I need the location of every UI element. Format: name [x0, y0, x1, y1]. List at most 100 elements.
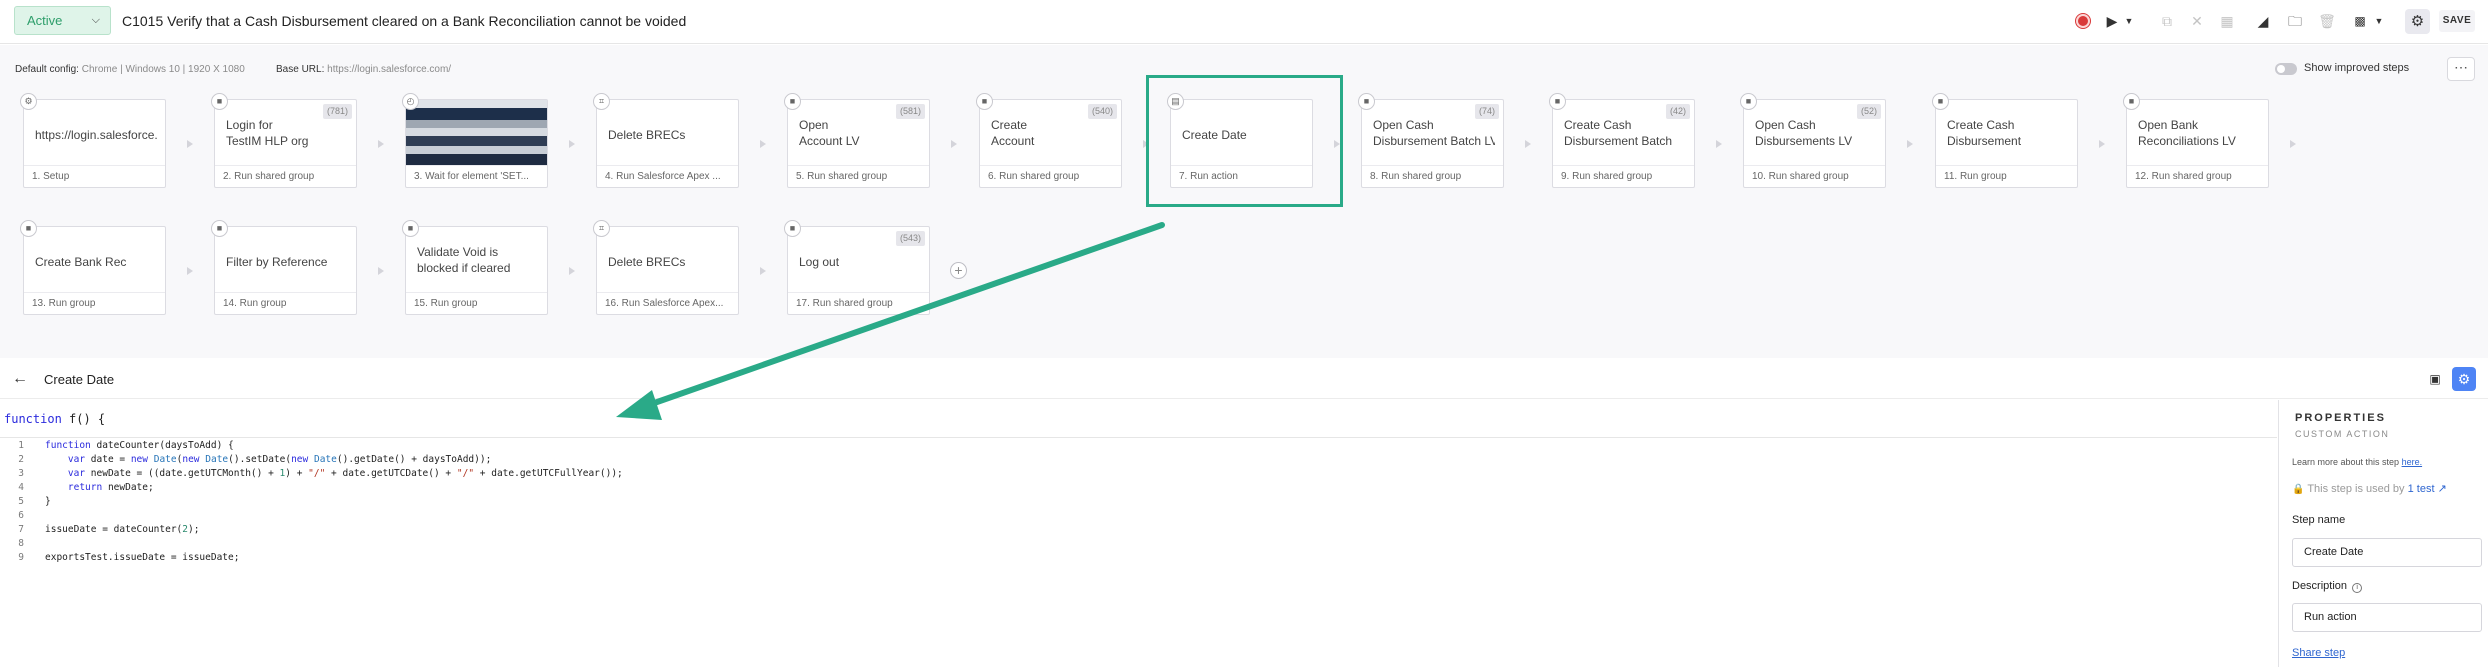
- code-text: exportsTest.issueDate = issueDate;: [45, 552, 240, 563]
- step-subtitle: 11. Run group: [1936, 165, 2077, 187]
- code-line: 4 return newDate;: [0, 481, 153, 495]
- play-options-chevron-icon[interactable]: ▼: [2123, 10, 2135, 32]
- description-label: Description: [2292, 580, 2348, 592]
- folder-icon: ■: [784, 220, 801, 237]
- paste-icon: ▦: [2220, 13, 2234, 29]
- code-text: function dateCounter(daysToAdd) {: [45, 440, 234, 451]
- share-step-link[interactable]: Share step: [2292, 647, 2345, 659]
- play-icon[interactable]: ▶: [2103, 10, 2121, 32]
- step-connector-arrow: [1716, 140, 1722, 148]
- step-card[interactable]: ⚙ https://login.salesforce. 1. Setup: [20, 93, 166, 188]
- learn-more-text: Learn more about this step here.: [2292, 457, 2422, 467]
- default-config[interactable]: Default config: Chrome | Windows 10 | 19…: [15, 64, 245, 75]
- learn-more-link[interactable]: here.: [2402, 457, 2423, 467]
- tag-icon[interactable]: ◢: [2254, 10, 2272, 32]
- step-connector-arrow: [951, 140, 957, 148]
- settings-gear-icon[interactable]: ⚙: [2405, 9, 2430, 34]
- code-line: 6: [0, 509, 24, 523]
- code-line: 2 var date = new Date(new Date().setDate…: [0, 453, 491, 467]
- step-card[interactable]: ■ (543) Log out 17. Run shared group: [784, 220, 930, 315]
- more-options-button[interactable]: ⋯: [2447, 57, 2475, 81]
- line-number: 4: [18, 482, 24, 493]
- shared-lock-icon: 🔒: [2292, 484, 2305, 495]
- folder-icon: ■: [211, 220, 228, 237]
- step-subtitle: 4. Run Salesforce Apex ...: [597, 165, 738, 187]
- move-to-folder-icon[interactable]: 🗀: [2284, 10, 2306, 32]
- step-connector-arrow: [2099, 140, 2105, 148]
- code-line: 8: [0, 537, 24, 551]
- step-connector-arrow: [187, 140, 193, 148]
- step-subtitle: 1. Setup: [24, 165, 165, 187]
- step-card[interactable]: ⌗ Delete BRECs 4. Run Salesforce Apex ...: [593, 93, 739, 188]
- step-card[interactable]: ■ (781) Login for TestIM HLP org 2. Run shar…: [211, 93, 357, 188]
- step-card[interactable]: ■ Create Cash Disbursement 11. Run group: [1932, 93, 2078, 188]
- line-number: 1: [18, 440, 24, 451]
- line-number: 5: [18, 496, 24, 507]
- code-view-icon[interactable]: ▩: [2350, 10, 2370, 32]
- step-editor-title: Create Date: [44, 372, 115, 387]
- step-card[interactable]: ■ Open Bank Reconciliations LV 12. Run shar…: [2123, 93, 2269, 188]
- code-line: 1 function dateCounter(daysToAdd) {: [0, 439, 234, 453]
- save-button[interactable]: SAVE: [2439, 10, 2475, 32]
- trash-icon: 🗑: [2318, 13, 2336, 29]
- step-subtitle: 5. Run shared group: [788, 165, 929, 187]
- folder-icon: ■: [1358, 93, 1375, 110]
- status-dropdown[interactable]: Active ⌵: [14, 6, 111, 35]
- folder-icon: ■: [2123, 93, 2140, 110]
- step-name: Create Bank Rec: [35, 255, 127, 269]
- step-name-input[interactable]: Create Date: [2292, 538, 2482, 567]
- step-usage-link[interactable]: 1 test: [2408, 483, 2435, 495]
- add-step-icon[interactable]: +: [950, 262, 967, 279]
- step-name: Delete BRECs: [608, 255, 686, 269]
- step-name-label: Step name: [2292, 514, 2346, 526]
- back-arrow-icon[interactable]: ←: [12, 370, 28, 388]
- step-connector-arrow: [378, 140, 384, 148]
- improved-steps-label: Show improved steps: [2304, 62, 2410, 74]
- step-subtitle: 9. Run shared group: [1553, 165, 1694, 187]
- code-view-chevron-icon[interactable]: ▼: [2373, 10, 2385, 32]
- step-name: Open Cash Disbursements LV: [1755, 118, 1853, 148]
- step-screenshot-thumbnail: [406, 100, 547, 166]
- default-config-value: Chrome | Windows 10 | 1920 X 1080: [81, 64, 245, 75]
- step-card[interactable]: ■ (52) Open Cash Disbursements LV 10. Run sh…: [1740, 93, 1886, 188]
- step-editor-header: ← Create Date ▣ ⚙: [0, 359, 2488, 399]
- properties-panel: PROPERTIES CUSTOM ACTION Learn more abou…: [2278, 400, 2488, 667]
- monitor-icon[interactable]: ▣: [2424, 368, 2446, 390]
- description-input[interactable]: Run action: [2292, 603, 2482, 632]
- step-card[interactable]: ■ Create Bank Rec 13. Run group: [20, 220, 166, 315]
- step-connector-arrow: [1907, 140, 1913, 148]
- app-root: Active ⌵ C1015 Verify that a Cash Disbur…: [0, 0, 2488, 667]
- step-name: Filter by Reference: [226, 255, 328, 269]
- code-editor[interactable]: 1 function dateCounter(daysToAdd) { 2 var…: [0, 437, 2277, 667]
- step-card[interactable]: ■ (74) Open Cash Disbursement Batch LV 8. Ru…: [1358, 93, 1504, 188]
- code-text: var date = new Date(new Date().setDate(n…: [67, 454, 492, 465]
- step-card[interactable]: ◴ 3. Wait for element 'SET...: [402, 93, 548, 188]
- line-number: 3: [18, 468, 24, 479]
- step-card[interactable]: ■ Filter by Reference 14. Run group: [211, 220, 357, 315]
- selected-step-highlight: [1146, 75, 1343, 207]
- folder-icon: ■: [211, 93, 228, 110]
- step-subtitle: 2. Run shared group: [215, 165, 356, 187]
- step-name: https://login.salesforce.: [35, 128, 157, 142]
- step-card[interactable]: ⌗ Delete BRECs 16. Run Salesforce Apex...: [593, 220, 739, 315]
- external-link-icon[interactable]: ↗: [2438, 483, 2447, 495]
- step-settings-icon[interactable]: ⚙: [2452, 367, 2476, 391]
- status-label: Active: [27, 13, 63, 28]
- code-text: var newDate = ((date.getUTCMonth() + 1) …: [67, 468, 623, 479]
- step-card[interactable]: ■ (581) Open Account LV 5. Run shared group: [784, 93, 930, 188]
- step-card[interactable]: ■ Validate Void is blocked if cleared 15. R…: [402, 220, 548, 315]
- properties-subtitle: CUSTOM ACTION: [2295, 429, 2390, 439]
- chevron-down-icon: ⌵: [91, 14, 100, 26]
- step-card[interactable]: ■ (42) Create Cash Disbursement Batch 9. Run…: [1549, 93, 1695, 188]
- step-subtitle: 16. Run Salesforce Apex...: [597, 292, 738, 314]
- code-icon: ⌗: [593, 220, 610, 237]
- record-button[interactable]: [2076, 14, 2090, 28]
- info-icon[interactable]: i: [2352, 583, 2363, 593]
- code-icon: ⌗: [593, 93, 610, 110]
- base-url[interactable]: Base URL: https://login.salesforce.com/: [276, 64, 451, 75]
- improved-steps-toggle[interactable]: [2275, 63, 2297, 75]
- step-card[interactable]: ■ (540) Create Account 6. Run shared group: [976, 93, 1122, 188]
- line-number: 9: [18, 552, 24, 563]
- step-name: Open Cash Disbursement Batch LV: [1373, 118, 1495, 148]
- step-connector-arrow: [187, 267, 193, 275]
